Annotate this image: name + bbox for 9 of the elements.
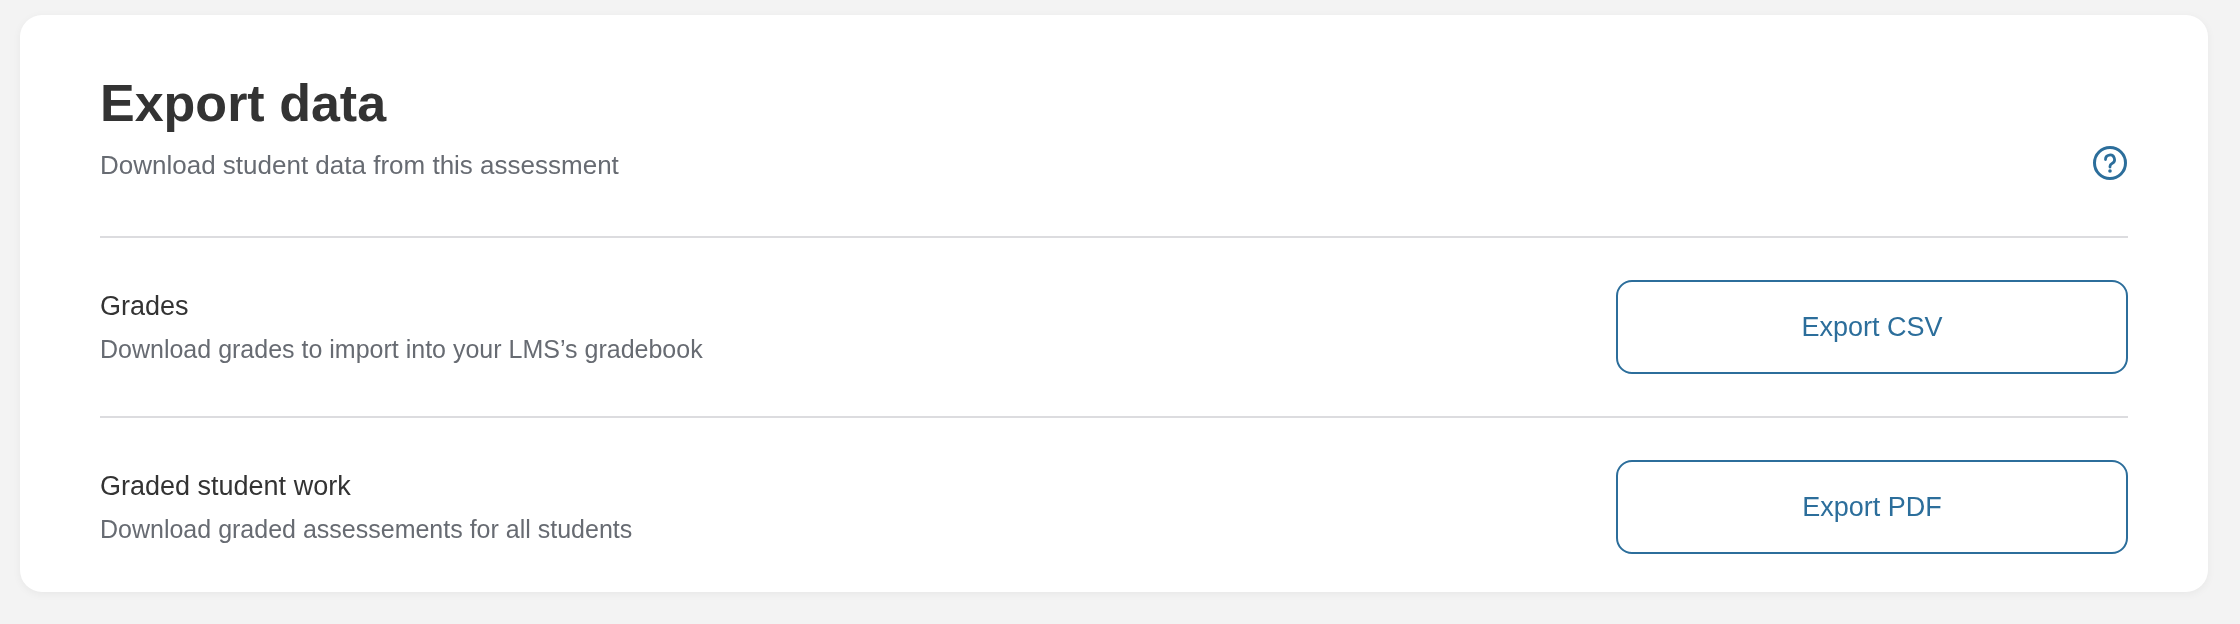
page-title: Export data — [100, 73, 388, 134]
export-title: Graded student work — [100, 470, 352, 503]
export-button[interactable]: Export PDF — [1616, 460, 2128, 554]
export-title: Grades — [100, 290, 190, 323]
export-button[interactable]: Export CSV — [1616, 280, 2128, 374]
export-description: Download grades to import into your LMS’s gradebook — [100, 334, 703, 365]
export-description: Download graded assessements for all students — [100, 514, 633, 545]
help-icon[interactable] — [2092, 145, 2128, 181]
page-subtitle: Download student data from this assessment — [100, 149, 619, 181]
